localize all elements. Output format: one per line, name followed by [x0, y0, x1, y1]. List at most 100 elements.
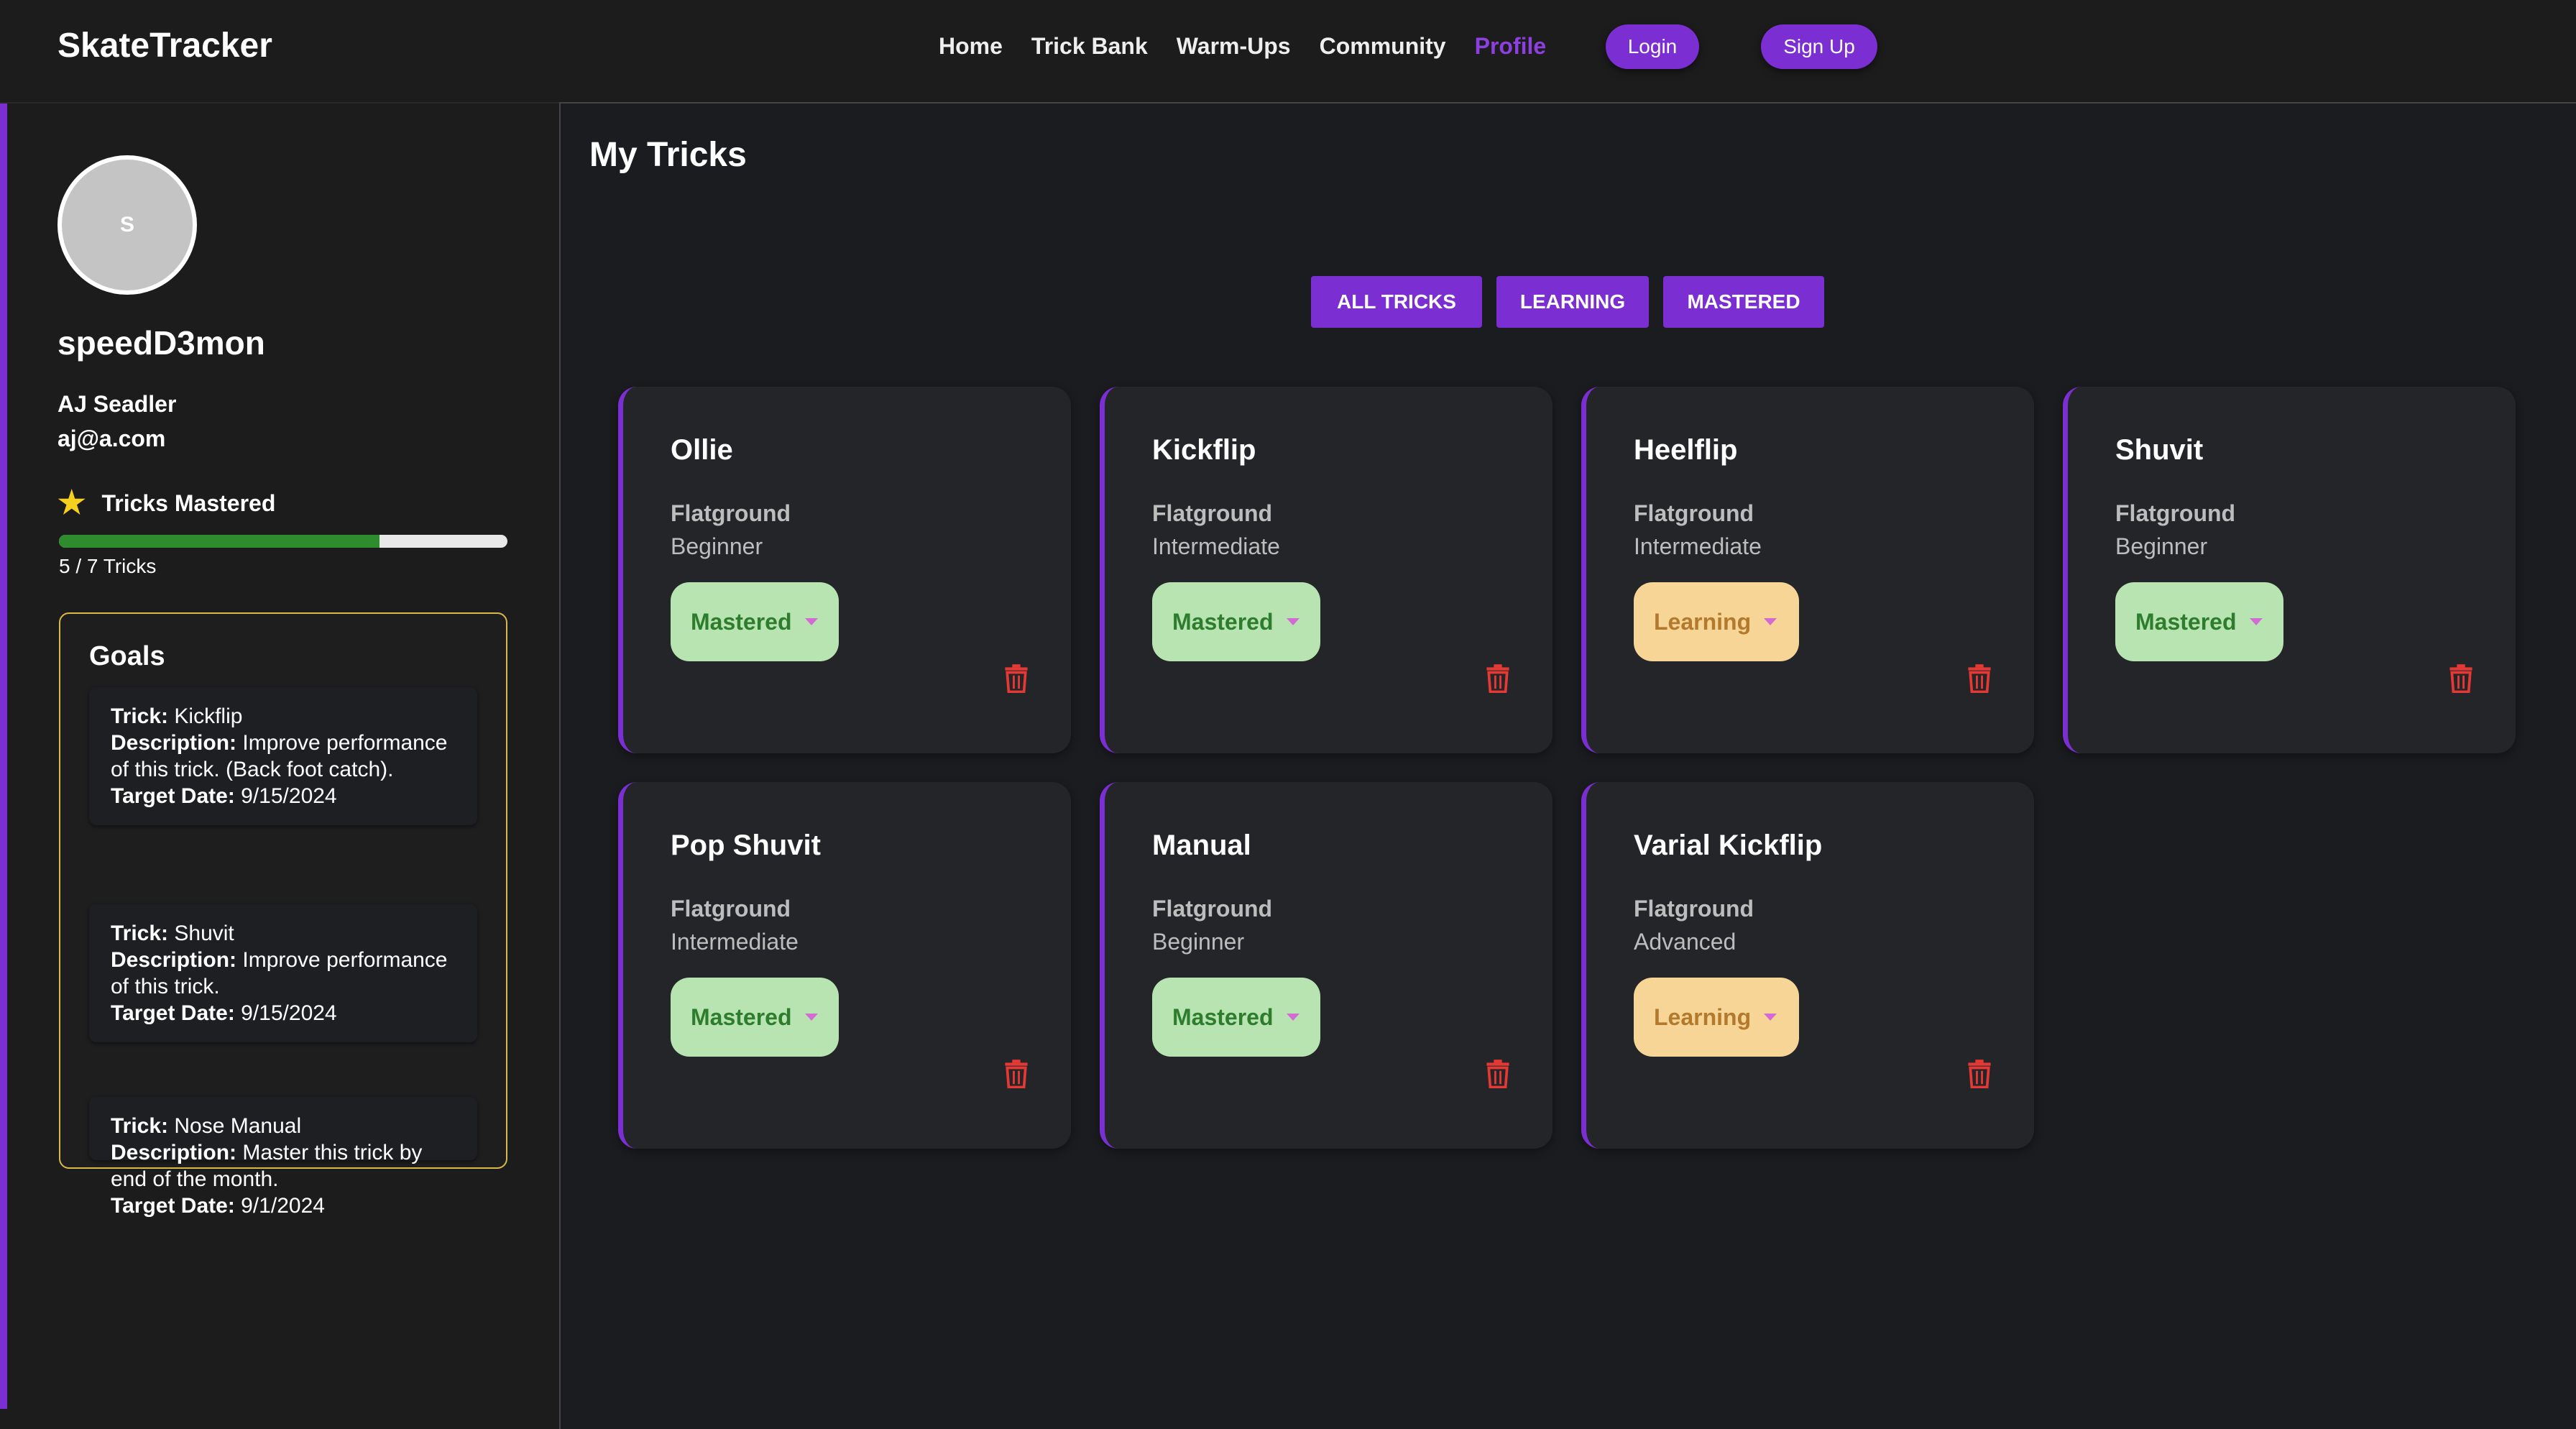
status-label: Mastered — [1172, 608, 1274, 635]
filter-mastered-button[interactable]: MASTERED — [1663, 276, 1824, 328]
goal-target-date-label: Target Date: — [111, 1194, 235, 1218]
trash-icon[interactable] — [1486, 664, 1510, 693]
full-name: AJ Seadler — [58, 391, 177, 417]
status-dropdown[interactable]: Mastered — [2115, 582, 2283, 661]
trick-card: Varial Kickflip Flatground Advanced Learnin… — [1581, 782, 2034, 1149]
trash-icon[interactable] — [1486, 1060, 1510, 1088]
status-dropdown[interactable]: Learning — [1634, 582, 1799, 661]
trick-level: Intermediate — [671, 929, 799, 955]
goal-description-label: Description: — [111, 731, 237, 755]
goal-description-label: Description: — [111, 1141, 237, 1164]
trick-level: Intermediate — [1634, 533, 1762, 559]
caret-down-icon — [1764, 1014, 1777, 1021]
brand-logo[interactable]: SkateTracker — [58, 26, 272, 65]
goal-trick-label: Trick: — [111, 704, 169, 728]
trick-card: Pop Shuvit Flatground Intermediate Mastered — [618, 782, 1071, 1149]
nav-profile[interactable]: Profile — [1475, 33, 1547, 60]
goal-description-label: Description: — [111, 948, 237, 972]
goal-item: Trick: Kickflip Description: Improve per… — [89, 687, 477, 825]
trick-name: Heelflip — [1634, 434, 1738, 466]
trash-icon[interactable] — [2449, 664, 2473, 693]
trick-name: Manual — [1152, 830, 1251, 861]
trick-name: Pop Shuvit — [671, 830, 821, 861]
trash-icon[interactable] — [1004, 664, 1029, 693]
status-dropdown[interactable]: Mastered — [1152, 978, 1320, 1057]
trick-category: Flatground — [671, 500, 791, 526]
top-navbar: SkateTracker Home Trick Bank Warm-Ups Co… — [0, 0, 2576, 104]
status-label: Mastered — [1172, 1003, 1274, 1030]
goal-target-date-label: Target Date: — [111, 1001, 235, 1025]
caret-down-icon — [2249, 618, 2263, 625]
status-dropdown[interactable]: Mastered — [1152, 582, 1320, 661]
status-label: Learning — [1654, 608, 1752, 635]
progress-fill — [59, 535, 380, 548]
trick-level: Beginner — [671, 533, 763, 559]
caret-down-icon — [1764, 618, 1777, 625]
status-label: Mastered — [691, 1003, 792, 1030]
goal-item: Trick: Nose Manual Description: Master t… — [89, 1097, 477, 1218]
status-dropdown[interactable]: Mastered — [671, 582, 839, 661]
trash-icon[interactable] — [1967, 1060, 1992, 1088]
email: aj@a.com — [58, 426, 166, 451]
nav-trick-bank[interactable]: Trick Bank — [1031, 33, 1148, 60]
goal-trick-label: Trick: — [111, 1114, 169, 1138]
star-icon: ★ — [58, 485, 86, 520]
trick-card: Kickflip Flatground Intermediate Mastered — [1100, 387, 1552, 753]
signup-button[interactable]: Sign Up — [1761, 24, 1877, 69]
tricks-mastered-row: ★ Tricks Mastered — [58, 487, 275, 519]
goal-trick-label: Trick: — [111, 922, 169, 945]
status-label: Mastered — [2135, 608, 2237, 635]
trick-name: Ollie — [671, 434, 733, 466]
profile-sidebar: S speedD3mon AJ Seadler aj@a.com ★ Trick… — [0, 104, 559, 1429]
trick-category: Flatground — [1634, 896, 1754, 922]
goal-target-date: 9/1/2024 — [241, 1194, 325, 1218]
trick-category: Flatground — [2115, 500, 2236, 526]
status-label: Learning — [1654, 1003, 1752, 1030]
nav-warm-ups[interactable]: Warm-Ups — [1177, 33, 1291, 60]
status-label: Mastered — [691, 608, 792, 635]
filter-all-tricks-button[interactable]: ALL TRICKS — [1311, 276, 1482, 328]
username: speedD3mon — [58, 324, 265, 362]
goal-item: Trick: Shuvit Description: Improve perfo… — [89, 904, 477, 1042]
trick-name: Kickflip — [1152, 434, 1256, 466]
trick-category: Flatground — [1152, 896, 1273, 922]
status-dropdown[interactable]: Learning — [1634, 978, 1799, 1057]
trick-card: Heelflip Flatground Intermediate Learning — [1581, 387, 2034, 753]
main-nav: Home Trick Bank Warm-Ups Community Profi… — [939, 33, 1546, 60]
trash-icon[interactable] — [1004, 1060, 1029, 1088]
caret-down-icon — [1286, 618, 1300, 625]
goal-trick: Shuvit — [174, 922, 234, 945]
goals-title: Goals — [89, 641, 165, 671]
page-title: My Tricks — [589, 136, 747, 174]
login-button[interactable]: Login — [1606, 24, 1699, 69]
tricks-mastered-label: Tricks Mastered — [101, 490, 276, 516]
caret-down-icon — [1286, 1014, 1300, 1021]
trash-icon[interactable] — [1967, 664, 1992, 693]
nav-community[interactable]: Community — [1320, 33, 1446, 60]
filter-learning-button[interactable]: LEARNING — [1496, 276, 1649, 328]
goal-target-date-label: Target Date: — [111, 784, 235, 808]
trick-category: Flatground — [1152, 500, 1273, 526]
trick-card: Shuvit Flatground Beginner Mastered — [2063, 387, 2516, 753]
goal-trick: Nose Manual — [174, 1114, 302, 1138]
trick-filters: ALL TRICKS LEARNING MASTERED — [1311, 276, 1824, 328]
trick-name: Shuvit — [2115, 434, 2204, 466]
caret-down-icon — [804, 1014, 818, 1021]
caret-down-icon — [804, 618, 818, 625]
trick-level: Beginner — [1152, 929, 1245, 955]
nav-home[interactable]: Home — [939, 33, 1003, 60]
main-content: My Tricks ALL TRICKS LEARNING MASTERED O… — [559, 102, 2576, 1429]
trick-level: Advanced — [1634, 929, 1736, 955]
sidebar-accent-bar — [0, 104, 7, 1409]
goal-trick: Kickflip — [174, 704, 243, 728]
trick-level: Beginner — [2115, 533, 2208, 559]
progress-text: 5 / 7 Tricks — [59, 555, 157, 577]
status-dropdown[interactable]: Mastered — [671, 978, 839, 1057]
mastered-progress-bar — [59, 535, 507, 548]
trick-category: Flatground — [671, 896, 791, 922]
trick-level: Intermediate — [1152, 533, 1280, 559]
trick-card: Manual Flatground Beginner Mastered — [1100, 782, 1552, 1149]
avatar: S — [58, 155, 197, 295]
trick-card: Ollie Flatground Beginner Mastered — [618, 387, 1071, 753]
trick-category: Flatground — [1634, 500, 1754, 526]
